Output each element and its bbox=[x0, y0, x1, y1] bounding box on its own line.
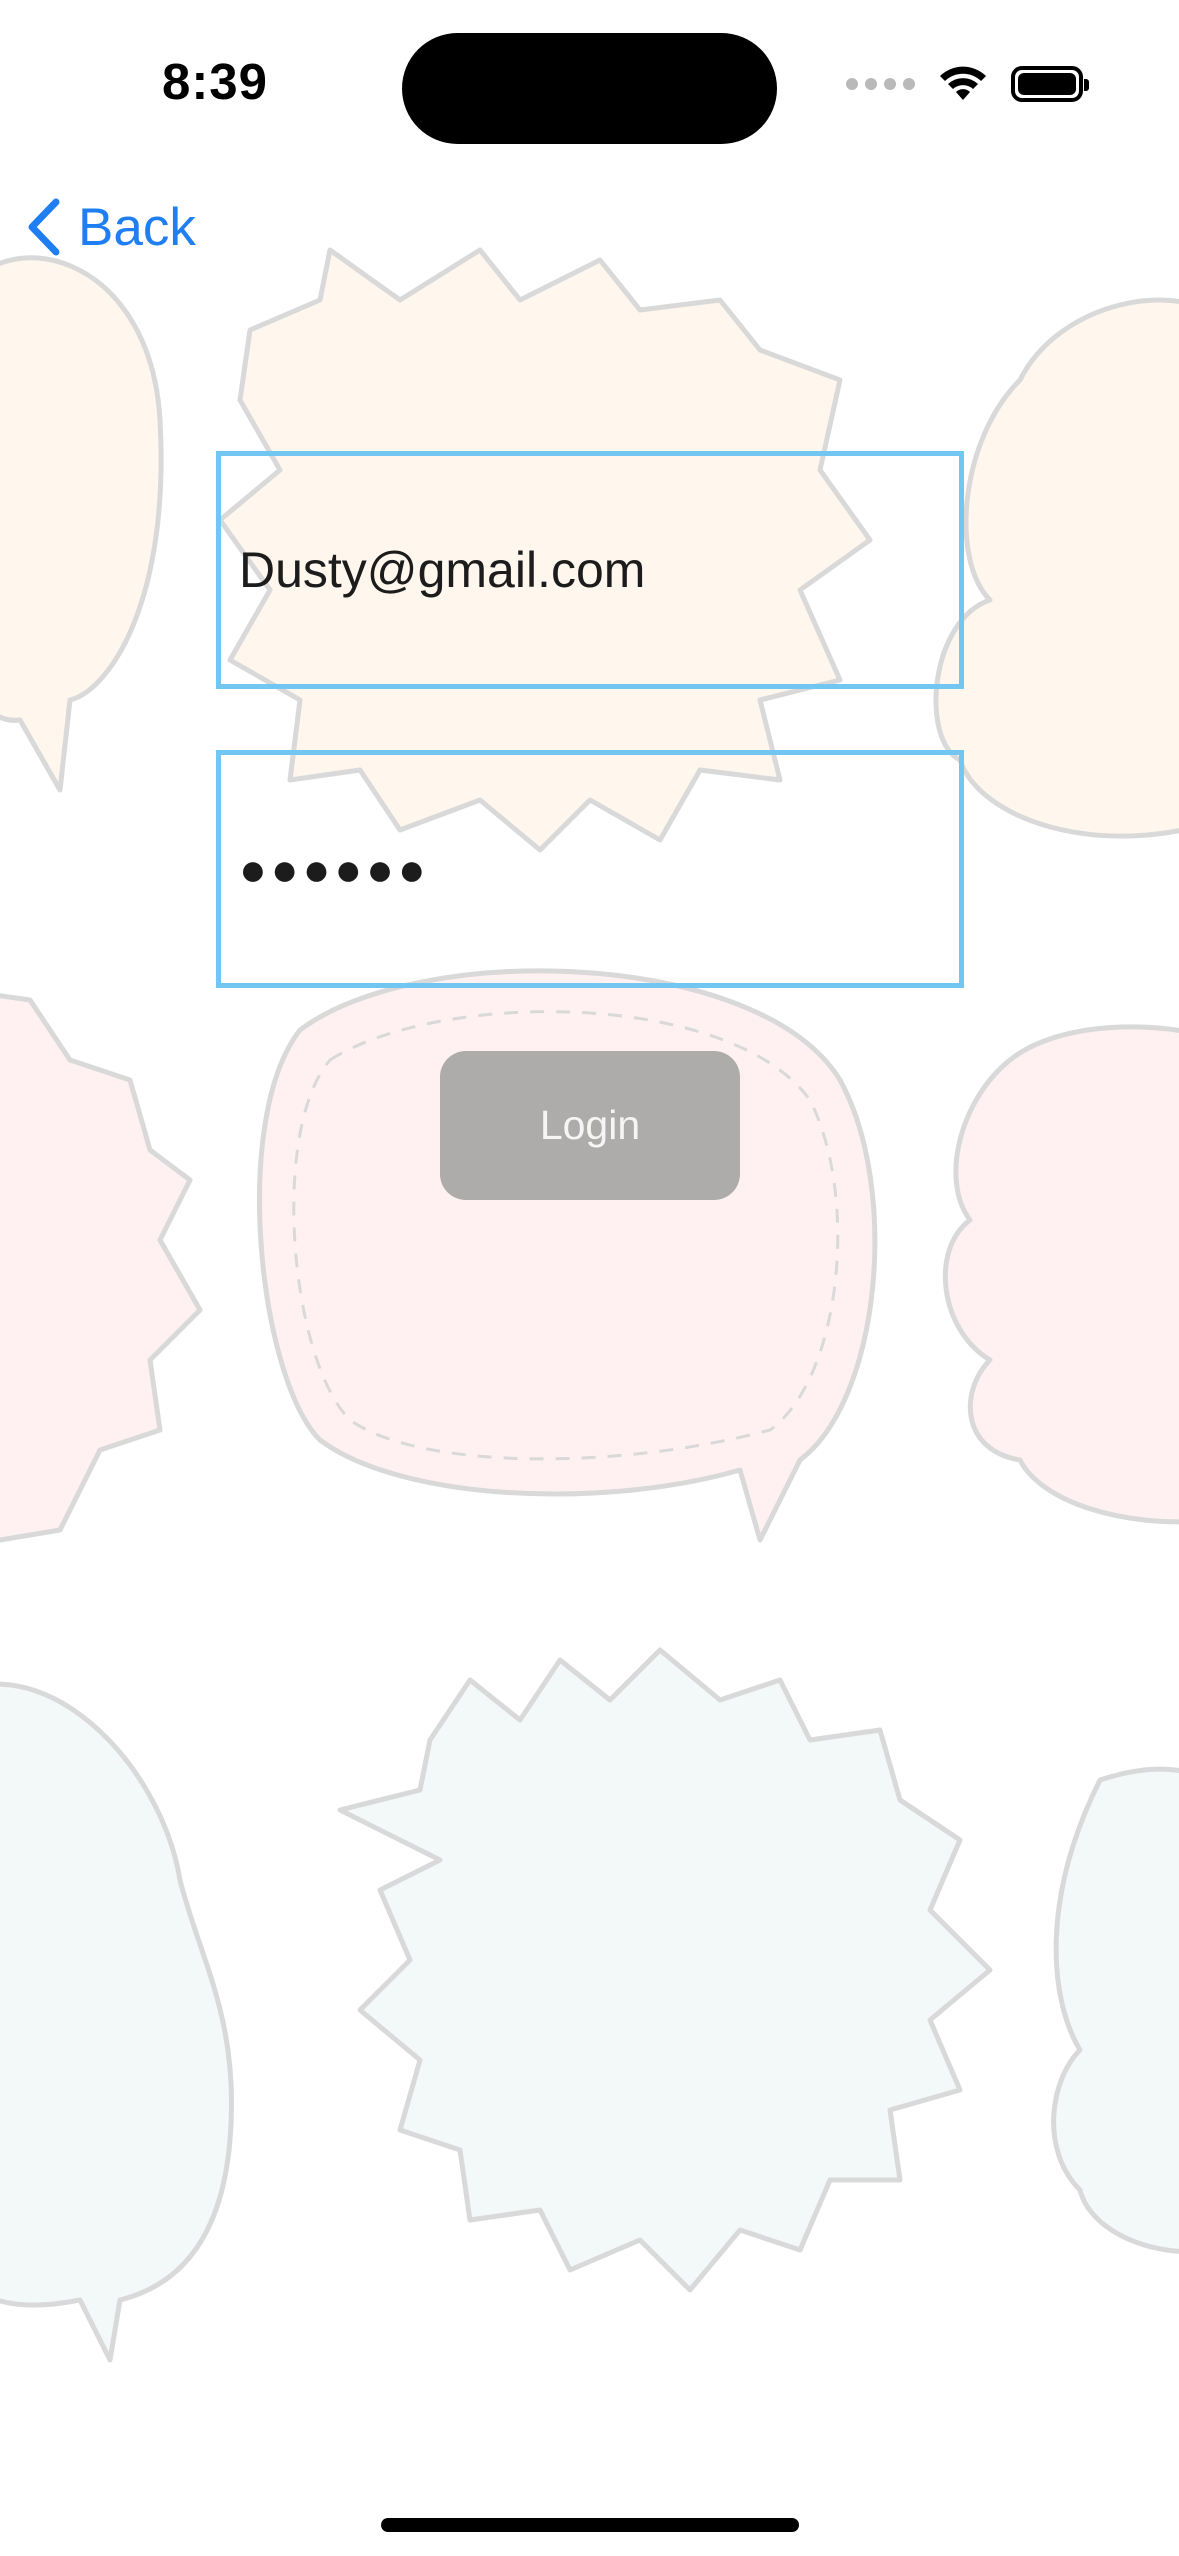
speech-bubble-background bbox=[0, 247, 1179, 2363]
back-label: Back bbox=[78, 197, 196, 257]
email-value: Dusty@gmail.com bbox=[239, 542, 646, 598]
login-screen: 8:39 Back Dusty@gmail.com ●●●●●● Login bbox=[0, 0, 1179, 2556]
cellular-signal-icon bbox=[846, 78, 915, 90]
battery-icon bbox=[1011, 66, 1089, 102]
home-indicator[interactable] bbox=[381, 2518, 799, 2532]
back-button[interactable]: Back bbox=[24, 192, 196, 262]
login-button[interactable]: Login bbox=[440, 1051, 740, 1200]
status-icons bbox=[846, 64, 1089, 104]
chevron-left-icon bbox=[28, 198, 60, 256]
password-value: ●●●●●● bbox=[239, 843, 430, 895]
wifi-icon bbox=[940, 66, 986, 100]
status-time: 8:39 bbox=[161, 53, 269, 110]
password-field[interactable]: ●●●●●● bbox=[216, 750, 964, 988]
dynamic-island bbox=[402, 33, 777, 144]
login-label: Login bbox=[539, 1102, 641, 1148]
email-field[interactable]: Dusty@gmail.com bbox=[216, 451, 964, 689]
